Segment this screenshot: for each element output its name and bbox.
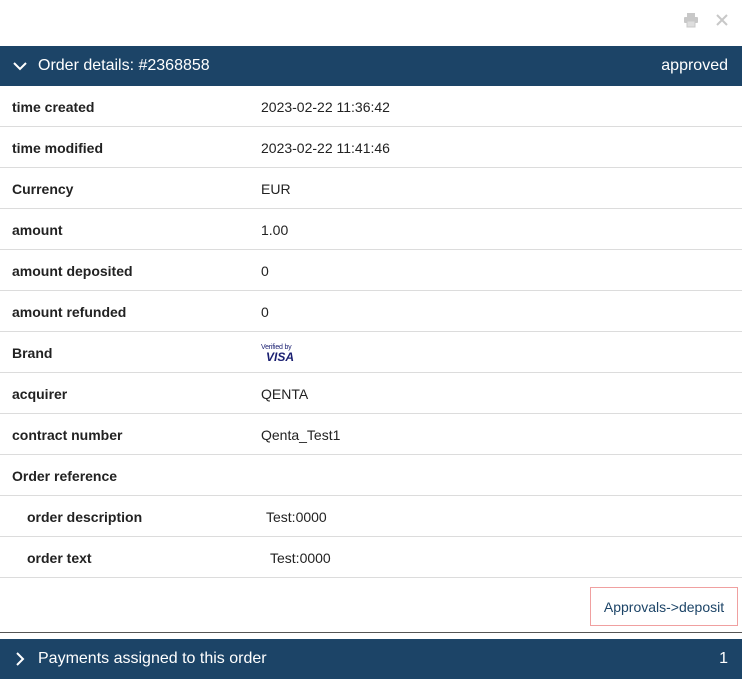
row-label: Order reference: [12, 468, 118, 484]
row-value: Test:0000: [266, 509, 327, 525]
row-label: time created: [12, 99, 95, 115]
row-value: QENTA: [261, 386, 309, 402]
approvals-deposit-button[interactable]: Approvals->deposit: [590, 587, 738, 626]
row-value: 2023-02-22 11:36:42: [261, 99, 390, 115]
table-row: Brand Verified by VISA: [0, 332, 742, 373]
action-area: Approvals->deposit: [0, 579, 742, 633]
chevron-down-icon: [13, 62, 27, 71]
payments-header[interactable]: Payments assigned to this order 1: [0, 639, 742, 679]
table-row: order text Test:0000: [0, 537, 742, 578]
row-label: contract number: [12, 427, 123, 443]
table-row: order description Test:0000: [0, 496, 742, 537]
row-label: Currency: [12, 181, 74, 197]
row-label: amount refunded: [12, 304, 127, 320]
verified-by-visa-logo: Verified by VISA: [261, 344, 301, 364]
table-row: time created 2023-02-22 11:36:42: [0, 86, 742, 127]
row-label: order text: [27, 550, 92, 566]
row-label: order description: [27, 509, 143, 525]
top-toolbar: [0, 0, 742, 46]
row-label: time modified: [12, 140, 104, 156]
table-row: amount deposited 0: [0, 250, 742, 291]
payments-count: 1: [719, 650, 728, 667]
row-value: 0: [261, 304, 269, 320]
table-row: Currency EUR: [0, 168, 742, 209]
order-details-title: Order details: #2368858: [38, 57, 210, 74]
printer-icon[interactable]: [681, 10, 701, 30]
table-row: time modified 2023-02-22 11:41:46: [0, 127, 742, 168]
row-label: Brand: [12, 345, 53, 361]
order-details-table: time created 2023-02-22 11:36:42 time mo…: [0, 86, 742, 578]
payments-title: Payments assigned to this order: [38, 650, 267, 667]
close-icon[interactable]: [712, 10, 732, 30]
row-label: amount deposited: [12, 263, 133, 279]
table-row: acquirer QENTA: [0, 373, 742, 414]
row-value: 1.00: [261, 222, 289, 238]
chevron-right-icon: [16, 652, 25, 666]
table-row: contract number Qenta_Test1: [0, 414, 742, 455]
order-status: approved: [661, 57, 728, 74]
row-label: acquirer: [12, 386, 68, 402]
table-row: amount refunded 0: [0, 291, 742, 332]
row-value: 0: [261, 263, 269, 279]
row-value: Qenta_Test1: [261, 427, 341, 443]
row-value: 2023-02-22 11:41:46: [261, 140, 390, 156]
table-row: amount 1.00: [0, 209, 742, 250]
row-label: amount: [12, 222, 63, 238]
table-row: Order reference: [0, 455, 742, 496]
row-value: Test:0000: [270, 550, 331, 566]
row-value: EUR: [261, 181, 291, 197]
order-details-header[interactable]: Order details: #2368858 approved: [0, 46, 742, 86]
logo-visa-text: VISA: [266, 350, 295, 364]
